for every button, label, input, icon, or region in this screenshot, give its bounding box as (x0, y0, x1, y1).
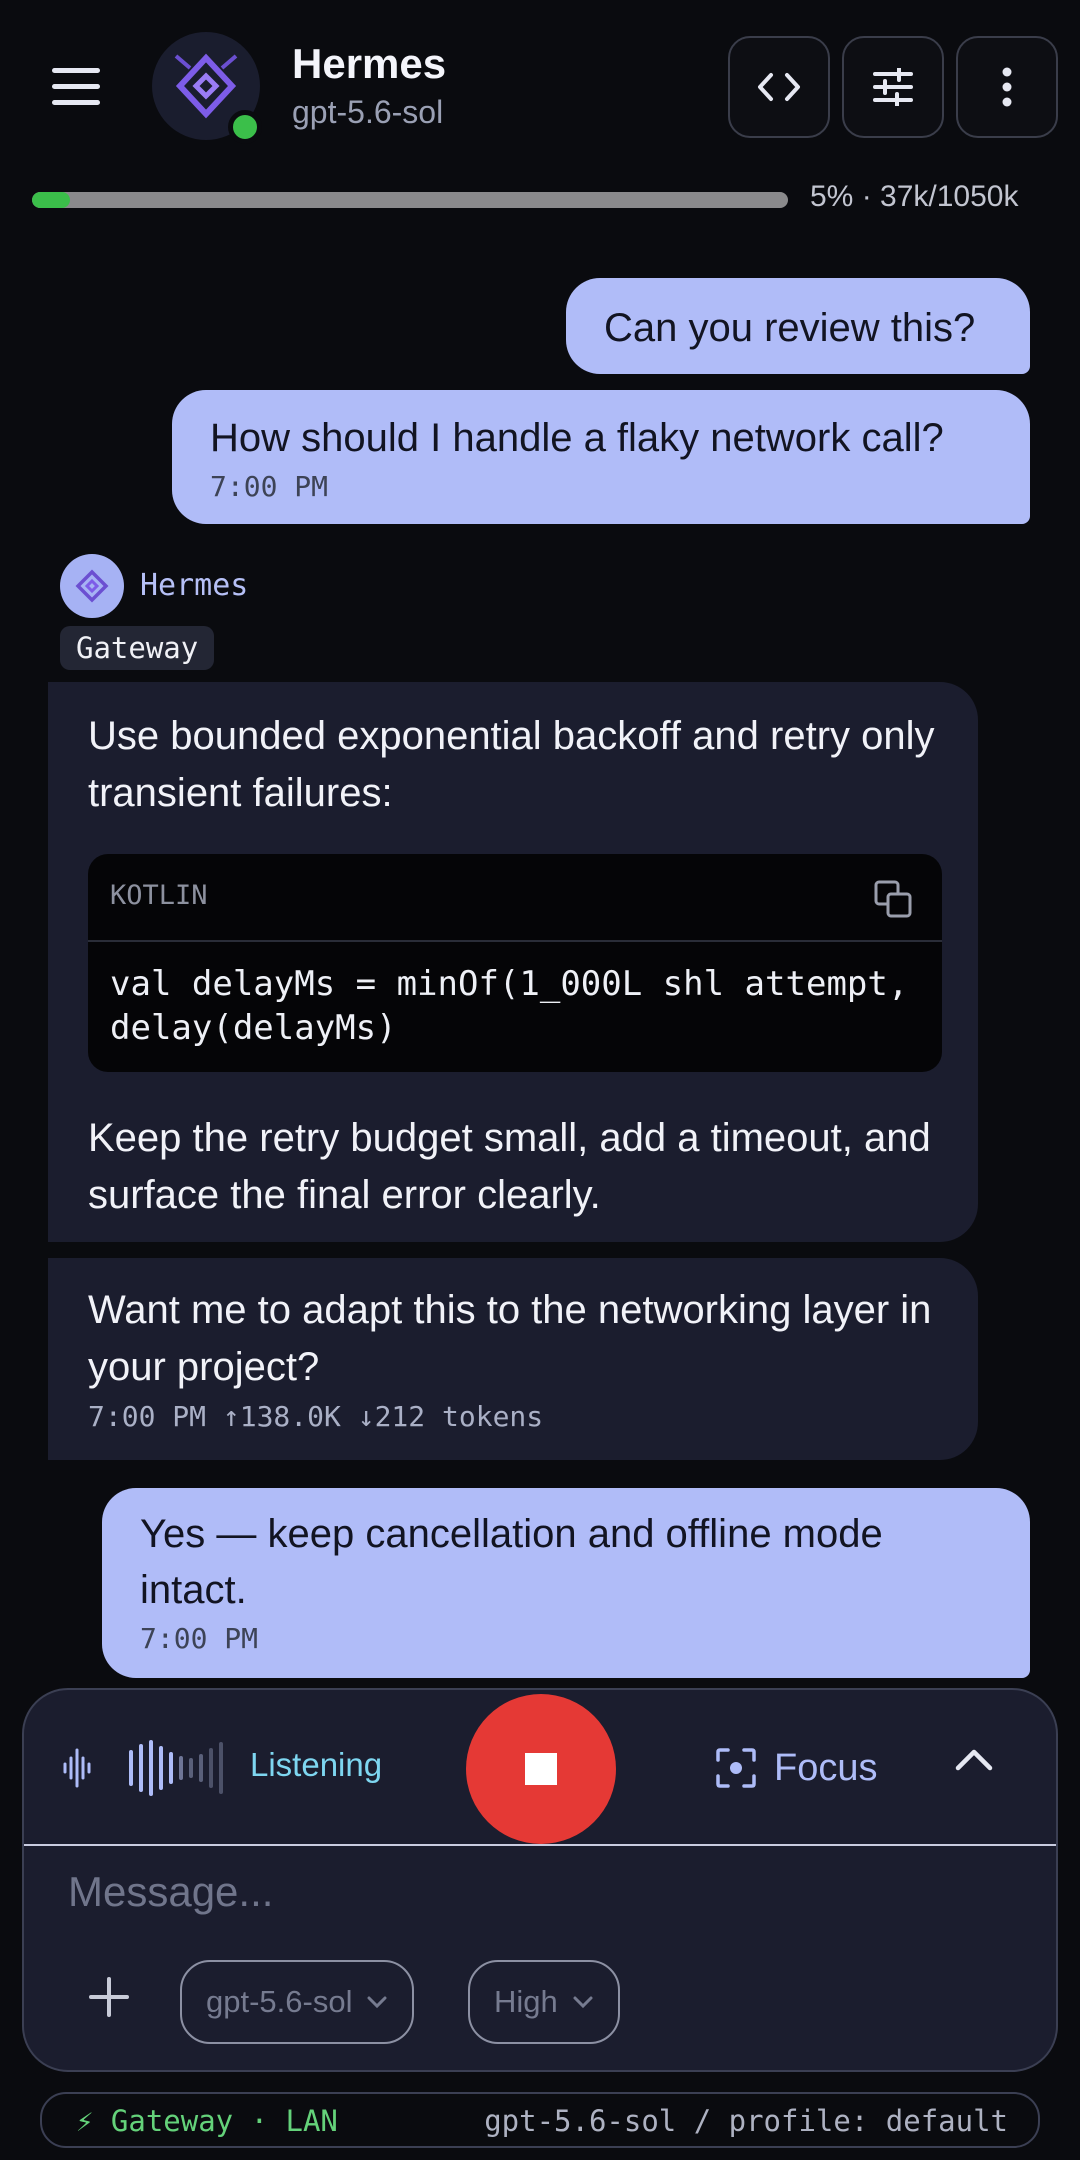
message-meta: 7:00 PM ↑138.0K ↓212 tokens (88, 1400, 544, 1433)
audio-level-meter (129, 1740, 223, 1796)
more-vertical-icon (1002, 67, 1012, 107)
code-language-label: KOTLIN (110, 880, 208, 911)
stop-icon (525, 1753, 557, 1785)
effort-selector[interactable]: High (468, 1960, 620, 2044)
listening-status: Listening (250, 1746, 383, 1783)
user-message[interactable]: Yes — keep cancellation and offline mode… (102, 1488, 1030, 1678)
plus-icon (89, 1977, 129, 2017)
model-name: gpt-5.6-sol (292, 94, 444, 130)
user-message-text: How should I handle a flaky network call… (210, 416, 944, 460)
connection-status: ⚡ Gateway · LAN (76, 2104, 338, 2138)
model-selector[interactable]: gpt-5.6-sol (180, 1960, 415, 2044)
focus-label: Focus (774, 1746, 878, 1789)
waveform-icon (63, 1748, 91, 1788)
chevron-down-icon (367, 1996, 387, 2009)
composer: Listening Focus gpt-5.6-sol (22, 1688, 1058, 2072)
hermes-logo-icon (75, 569, 109, 603)
user-message[interactable]: How should I handle a flaky network call… (172, 390, 1030, 524)
assistant-name: Hermes (140, 568, 249, 603)
chevron-down-icon (573, 1996, 593, 2009)
context-usage-label: 5% · 37k/1050k (810, 180, 1019, 213)
more-options-button[interactable] (956, 36, 1058, 138)
assistant-message-text: Use bounded exponential backoff and retr… (88, 714, 935, 815)
assistant-message-text: Want me to adapt this to the networking … (88, 1288, 932, 1389)
agent-name: Hermes (292, 40, 447, 87)
focus-icon (716, 1748, 756, 1788)
stop-recording-button[interactable] (466, 1694, 616, 1844)
hermes-logo-icon (174, 53, 238, 119)
assistant-message-text: Keep the retry budget small, add a timeo… (88, 1116, 931, 1217)
message-time: 7:00 PM (210, 470, 329, 503)
gateway-tag: Gateway (60, 626, 215, 670)
sliders-icon (873, 68, 913, 106)
app-header: Hermes gpt-5.6-sol (0, 0, 1080, 180)
code-brackets-icon (758, 73, 800, 101)
assistant-message[interactable]: Want me to adapt this to the networking … (48, 1258, 978, 1460)
code-view-button[interactable] (728, 36, 830, 138)
effort-selector-label: High (494, 1984, 558, 2019)
chevron-up-icon[interactable] (954, 1746, 994, 1772)
message-time: 7:00 PM (140, 1622, 259, 1655)
context-usage-fill (32, 192, 70, 208)
online-status-dot (228, 110, 262, 144)
code-content: val delayMs = minOf(1_000L shl attempt, … (110, 964, 909, 1048)
copy-icon (874, 880, 912, 918)
context-usage-bar (32, 192, 788, 208)
copy-code-button[interactable] (874, 880, 912, 923)
status-bar: ⚡ Gateway · LAN gpt-5.6-sol / profile: d… (40, 2092, 1040, 2148)
code-block: KOTLIN val delayMs = minOf(1_000L shl at… (88, 854, 942, 1072)
profile-status: gpt-5.6-sol / profile: default (484, 2104, 1008, 2138)
message-input[interactable] (68, 1860, 1008, 1924)
menu-icon[interactable] (44, 58, 108, 114)
voice-controls: Listening Focus (24, 1690, 1056, 1846)
assistant-avatar (60, 554, 124, 618)
user-message[interactable]: Can you review this? (566, 278, 1030, 374)
assistant-message[interactable]: Use bounded exponential backoff and retr… (48, 682, 978, 1242)
code-divider (88, 940, 942, 942)
user-message-text: Yes — keep cancellation and offline mode… (140, 1512, 883, 1612)
settings-button[interactable] (842, 36, 944, 138)
focus-button[interactable]: Focus (716, 1740, 877, 1796)
model-selector-label: gpt-5.6-sol (206, 1984, 353, 2019)
attach-button[interactable] (74, 1962, 144, 2032)
user-message-text: Can you review this? (604, 306, 976, 350)
